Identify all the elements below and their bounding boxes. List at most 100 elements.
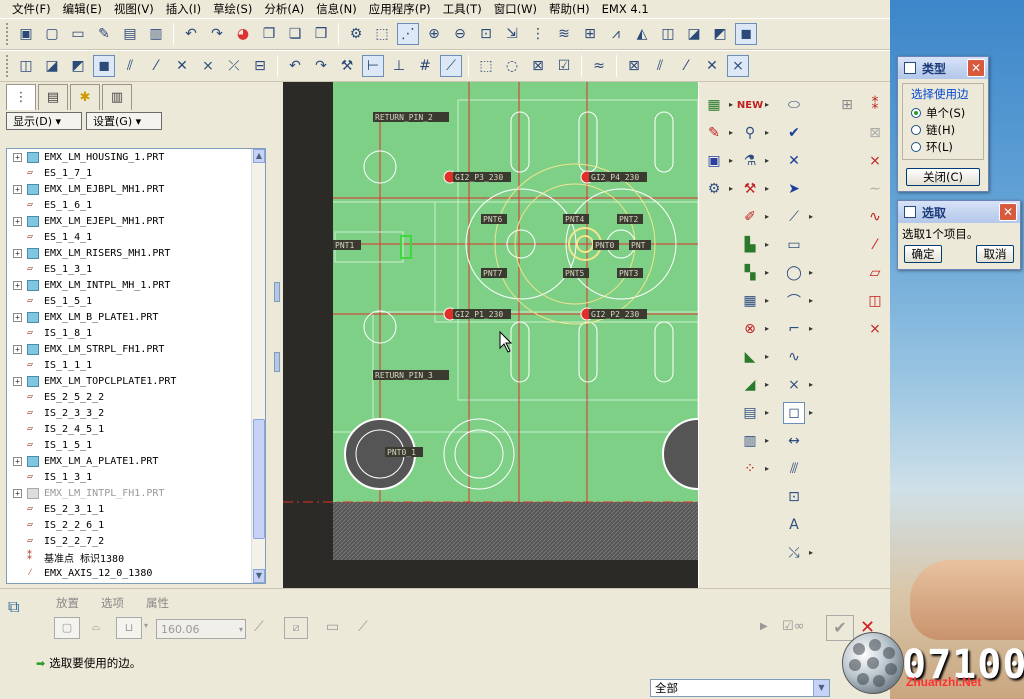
value-field[interactable]: 160.06 ▾ <box>156 619 246 639</box>
mold-icon[interactable]: ≈ <box>588 55 610 77</box>
confirm-check-icon[interactable]: ✔ <box>783 122 805 144</box>
dimension-icon[interactable]: ⊢ <box>362 55 384 77</box>
undo-2-icon[interactable]: ↶ <box>284 55 306 77</box>
select-box-icon[interactable]: ⬚ <box>475 55 497 77</box>
option-loop[interactable]: 环(L) <box>911 138 979 155</box>
datum-point-icon[interactable]: ✕ <box>171 55 193 77</box>
tree-row[interactable]: ▱ ES_1_5_1 <box>7 293 265 309</box>
point-tool-icon[interactable]: ✕ <box>701 55 723 77</box>
component-icon[interactable]: ▣ <box>703 150 725 172</box>
slide-icon[interactable]: ◢ <box>739 374 761 396</box>
grid-icon[interactable]: # <box>414 55 436 77</box>
plane-tool-icon[interactable]: ⫽ <box>649 55 671 77</box>
pause-icon[interactable]: ▶ <box>760 621 768 632</box>
cancel-button[interactable]: 取消 <box>976 245 1014 263</box>
new-feature-icon[interactable]: NEW <box>737 94 763 116</box>
sketch-tool-icon[interactable]: ⟋ <box>440 55 462 77</box>
tree-row[interactable]: ▱ ES_1_7_1 <box>7 165 265 181</box>
chart-icon[interactable]: ⩘ <box>605 23 627 45</box>
menu-tools[interactable]: 工具(T) <box>437 1 488 17</box>
menu-insert[interactable]: 插入(I) <box>160 1 207 17</box>
refit-icon[interactable]: ⊡ <box>475 23 497 45</box>
tree-row[interactable]: + EMX_LM_HOUSING_1.PRT <box>7 149 265 165</box>
expand-icon[interactable]: + <box>13 216 22 226</box>
ejector-icon[interactable]: ⚲ <box>739 122 761 144</box>
preview-icon[interactable]: ☑∞ <box>782 619 804 634</box>
tab-favorites[interactable]: ✱ <box>70 84 100 110</box>
color-wheel-icon[interactable]: ◕ <box>232 23 254 45</box>
settings-dropdown[interactable]: 设置(G) ▾ <box>86 112 162 130</box>
fillet-icon[interactable]: ⌐ <box>783 318 805 340</box>
datum-axis-icon[interactable]: ⁄ <box>145 55 167 77</box>
select-circle-icon[interactable]: ◌ <box>501 55 523 77</box>
rectangle-icon[interactable]: ▭ <box>783 234 805 256</box>
create-new-icon[interactable]: ▣ <box>15 23 37 45</box>
modify-icon[interactable]: ⊡ <box>783 486 805 508</box>
redo-icon[interactable]: ↷ <box>206 23 228 45</box>
offset-icon[interactable]: ◻ <box>783 402 805 424</box>
gate-icon[interactable]: ▚ <box>739 262 761 284</box>
reorient-icon[interactable]: ⇲ <box>501 23 523 45</box>
option-single[interactable]: 单个(S) <box>911 104 979 121</box>
expand-icon[interactable]: + <box>13 456 22 466</box>
zoom-in-icon[interactable]: ⊕ <box>423 23 445 45</box>
tree-row[interactable]: + EMX_LM_TOPCLPLATE1.PRT <box>7 373 265 389</box>
selection-filter[interactable]: 全部 ▼ <box>650 679 830 697</box>
radio-single[interactable] <box>911 107 921 118</box>
select-mode-icon[interactable]: ⋰ <box>397 23 419 45</box>
saved-views-icon[interactable]: ⋮ <box>527 23 549 45</box>
solid-edge-button[interactable]: ▢ <box>54 617 80 639</box>
tab-model-tree[interactable]: ⋮ <box>6 84 36 110</box>
show-dropdown[interactable]: 显示(D) ▾ <box>6 112 82 130</box>
redo-2-icon[interactable]: ↷ <box>310 55 332 77</box>
menu-applications[interactable]: 应用程序(P) <box>363 1 437 17</box>
hidden-line-icon[interactable]: ◪ <box>683 23 705 45</box>
close-box-icon[interactable]: ⊠ <box>623 55 645 77</box>
menu-info[interactable]: 信息(N) <box>310 1 363 17</box>
layout-icon[interactable]: ▥ <box>739 430 761 452</box>
dimension-tool-icon[interactable]: ⊗ <box>739 318 761 340</box>
curve-icon[interactable]: ∼ <box>864 178 886 200</box>
tree-row[interactable]: + EMX_LM_INTPL_FH1.PRT <box>7 485 265 501</box>
layers-icon[interactable]: ≋ <box>553 23 575 45</box>
tree-row[interactable]: ▱ ES_1_4_1 <box>7 229 265 245</box>
tab-properties[interactable]: 属性 <box>146 595 169 611</box>
grid-plate-icon[interactable]: ▦ <box>739 290 761 312</box>
cooling-icon[interactable]: ▙ <box>739 234 761 256</box>
menu-sketch[interactable]: 草绘(S) <box>207 1 258 17</box>
hammer-icon[interactable]: ⚒ <box>739 178 761 200</box>
wedge-icon[interactable]: ◣ <box>739 346 761 368</box>
cube-shaded-icon[interactable]: ◼ <box>93 55 115 77</box>
datum-csys-icon[interactable]: ⨯ <box>197 55 219 77</box>
deselect-icon[interactable]: ⊠ <box>527 55 549 77</box>
filter-dropdown-arrow[interactable]: ▼ <box>813 680 829 696</box>
graphics-window[interactable]: RETURN_PIN_2 GI2_P3_230 GI2_P4_230 PNT1 … <box>283 82 698 588</box>
shading-icon[interactable]: ◼ <box>735 23 757 45</box>
tree-row[interactable]: ▱ IS_2_2_6_1 <box>7 517 265 533</box>
cube-hidden-icon[interactable]: ◪ <box>41 55 63 77</box>
tree-row[interactable]: + EMX_LM_STRPL_FH1.PRT <box>7 341 265 357</box>
copy-icon[interactable]: ❐ <box>258 23 280 45</box>
feature-icon[interactable]: ⚒ <box>336 55 358 77</box>
save-icon[interactable]: ▤ <box>119 23 141 45</box>
tab-options[interactable]: 选项 <box>101 595 124 611</box>
tree-row[interactable]: + EMX_LM_EJEPL_MH1.PRT <box>7 213 265 229</box>
expand-icon[interactable]: + <box>13 184 22 194</box>
display-datum-icon[interactable]: ⊞ <box>836 94 858 116</box>
pointer-icon[interactable]: ➤ <box>783 178 805 200</box>
tree-row[interactable]: ▱ IS_1_1_1 <box>7 357 265 373</box>
mold-base-icon[interactable]: ▦ <box>703 94 725 116</box>
tree-row[interactable]: + EMX_LM_INTPL_MH_1.PRT <box>7 277 265 293</box>
expand-icon[interactable]: + <box>13 312 22 322</box>
scroll-up-arrow[interactable]: ▲ <box>253 149 265 163</box>
tree-row[interactable]: ▱ ES_2_3_1_1 <box>7 501 265 517</box>
constraint-tool-icon[interactable]: ⫻ <box>783 458 805 480</box>
tree-row[interactable]: ▱ IS_2_4_5_1 <box>7 421 265 437</box>
regenerate-icon[interactable]: ⚙ <box>345 23 367 45</box>
csys-red-icon[interactable]: ⨯ <box>864 318 886 340</box>
circle-icon[interactable]: ◯ <box>783 262 805 284</box>
stack-icon[interactable]: ▤ <box>739 402 761 424</box>
scroll-down-arrow[interactable]: ▼ <box>253 569 265 583</box>
wireframe-icon[interactable]: ◫ <box>657 23 679 45</box>
thicken-button[interactable]: ⊔ <box>116 617 142 639</box>
